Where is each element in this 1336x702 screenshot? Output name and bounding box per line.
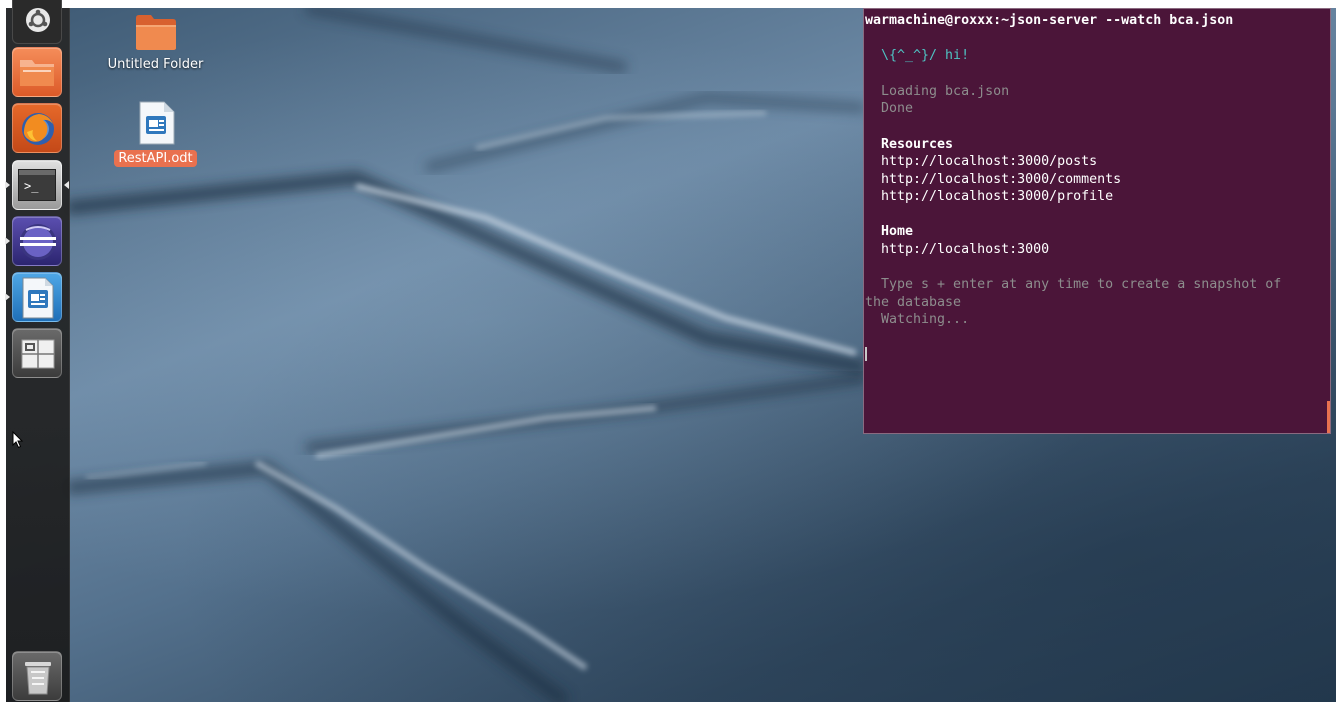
document-icon <box>136 100 176 146</box>
focused-indicator <box>64 181 69 189</box>
mouse-pointer-icon <box>12 430 24 453</box>
launcher-eclipse-button[interactable] <box>5 216 62 266</box>
desktop-icon-label: RestAPI.odt <box>114 150 197 167</box>
launcher-firefox-button[interactable] <box>12 103 62 153</box>
running-indicator <box>5 181 10 189</box>
terminal-home-url: http://localhost:3000 <box>865 242 1050 257</box>
terminal-prompt-line: warmachine@roxxx:~json-server --watch bc… <box>865 13 1234 28</box>
ubuntu-logo-icon <box>25 7 51 37</box>
terminal-resource-url: http://localhost:3000/comments <box>865 172 1122 187</box>
terminal-done-line: Done <box>865 101 914 116</box>
terminal-resources-heading: Resources <box>865 137 954 152</box>
workspace-icon <box>21 339 55 373</box>
writer-icon <box>21 277 55 323</box>
running-indicator <box>5 293 10 301</box>
launcher-workspace-switcher[interactable] <box>12 328 62 378</box>
terminal-resource-url: http://localhost:3000/profile <box>865 189 1114 204</box>
terminal-greeting: \{^_^}/ hi! <box>865 48 970 63</box>
desktop-icon-untitled-folder[interactable]: Untitled Folder <box>98 8 213 73</box>
terminal-snapshot-hint: Type s + enter at any time to create a s… <box>865 277 1282 292</box>
running-indicator <box>5 237 10 245</box>
folder-icon <box>134 12 178 52</box>
launcher-dash-button[interactable] <box>12 0 62 44</box>
terminal-resource-url: http://localhost:3000/posts <box>865 154 1098 169</box>
terminal-icon: >_ <box>18 169 56 201</box>
terminal-window[interactable]: warmachine@roxxx:~json-server --watch bc… <box>863 8 1331 434</box>
launcher-files-button[interactable] <box>12 47 62 97</box>
desktop-icon-restapi-odt[interactable]: RestAPI.odt <box>98 100 213 167</box>
terminal-snapshot-hint-wrap: the database <box>865 295 962 310</box>
launcher-trash-button[interactable] <box>12 651 62 701</box>
launcher-writer-button[interactable] <box>5 272 62 323</box>
firefox-icon <box>19 110 57 152</box>
folder-icon <box>19 56 55 92</box>
eclipse-icon <box>18 222 58 266</box>
terminal-home-heading: Home <box>865 224 914 239</box>
trash-icon <box>23 658 53 700</box>
terminal-cursor <box>865 347 867 361</box>
launcher-terminal-button[interactable]: >_ <box>5 160 69 210</box>
desktop-icon-label: Untitled Folder <box>107 57 204 72</box>
unity-launcher: >_ <box>5 0 70 702</box>
terminal-watching-line: Watching... <box>865 312 970 327</box>
desktop-screen: Untitled Folder RestAPI.odt >_ warmachin… <box>0 0 1336 702</box>
terminal-scrollbar-thumb[interactable] <box>1327 401 1330 433</box>
terminal-loading-line: Loading bca.json <box>865 84 1010 99</box>
